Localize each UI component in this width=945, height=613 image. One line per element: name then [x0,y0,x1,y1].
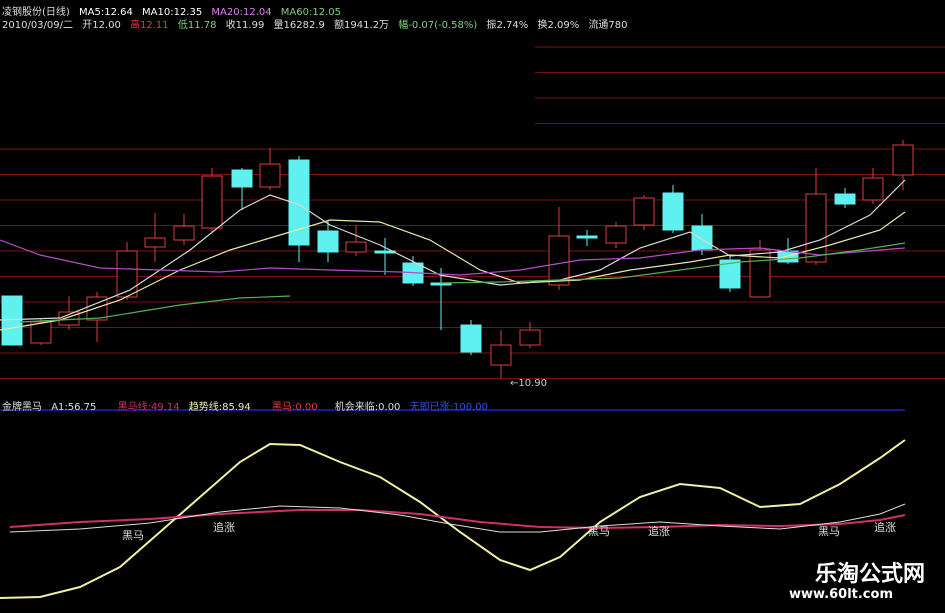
candle-down [460,324,482,353]
indicator-chart[interactable] [0,392,945,609]
heima-line-value: 黑马线:49.14 [117,402,180,413]
label-heima-3: 黑马 [818,525,840,538]
label-zhuizhang-1: 追涨 [213,521,235,534]
open-value: 开12.00 [82,20,121,31]
indicator-panel[interactable]: 金牌黑马 A1:56.75 黑马线:49.14 趋势线:85.94 黑马:0.0… [0,392,945,609]
candle-up [173,225,195,241]
candle-down [662,192,684,231]
volume-value: 量16282.9 [273,20,325,31]
amount-value: 额1941.2万 [334,20,390,31]
candle-down [231,169,253,188]
candle-up [519,329,541,346]
candle-up [201,175,223,229]
a1-value: A1:56.75 [51,402,97,413]
candle-up [633,197,655,226]
candle-down [691,225,713,251]
candle-up [490,344,512,366]
heima-value: 黑马:0.00 [271,402,318,413]
label-heima-1: 黑马 [122,529,144,542]
candle-up [30,321,52,344]
candle-up [259,163,281,188]
watermark-url: www.60lt.com [788,587,893,602]
low-value: 低11.78 [177,20,217,31]
low-price-marker: ←10.90 [510,378,548,389]
candle-up [144,237,166,248]
amplitude-value: 振2.74% [486,20,529,31]
indicator-header: 金牌黑马 A1:56.75 黑马线:49.14 趋势线:85.94 黑马:0.0… [2,398,494,413]
watermark-brand: 乐淘公式网 [814,562,925,587]
label-zhuizhang-3: 追涨 [874,521,896,534]
label-heima-2: 黑马 [588,525,610,538]
candle-up [862,177,884,201]
candle-up [805,193,827,263]
trend-line-value: 趋势线:85.94 [188,402,251,413]
blank-label-value: 无即已涨:100.00 [409,402,488,413]
candlestick-chart[interactable] [0,0,945,392]
candle-up [605,225,627,244]
change-value: 幅-0.07(-0.58%) [398,20,478,31]
float-value: 流通780 [588,20,628,31]
candle-down [317,230,339,253]
close-value: 收11.99 [225,20,265,31]
label-zhuizhang-2: 追涨 [648,525,670,538]
turnover-value: 换2.09% [537,20,580,31]
candle-up [548,235,570,286]
indicator-title: 金牌黑马 [2,402,42,413]
candle-up [892,144,914,176]
candle-up [345,241,367,253]
candle-down [576,235,598,239]
candle-up [116,250,138,298]
opportunity-value: 机会来临:0.00 [334,402,401,413]
high-value: 高12.11 [130,20,169,31]
date-value: 2010/03/09/二 [2,20,74,31]
price-chart-panel[interactable]: 凌钢股份(日线) MA5:12.64 MA10:12.35 MA20:12.04… [0,0,945,392]
candle-down [1,295,23,346]
candle-down [834,193,856,205]
header-row-2: 2010/03/09/二 开12.00 高12.11 低11.78 收11.99… [2,16,634,31]
